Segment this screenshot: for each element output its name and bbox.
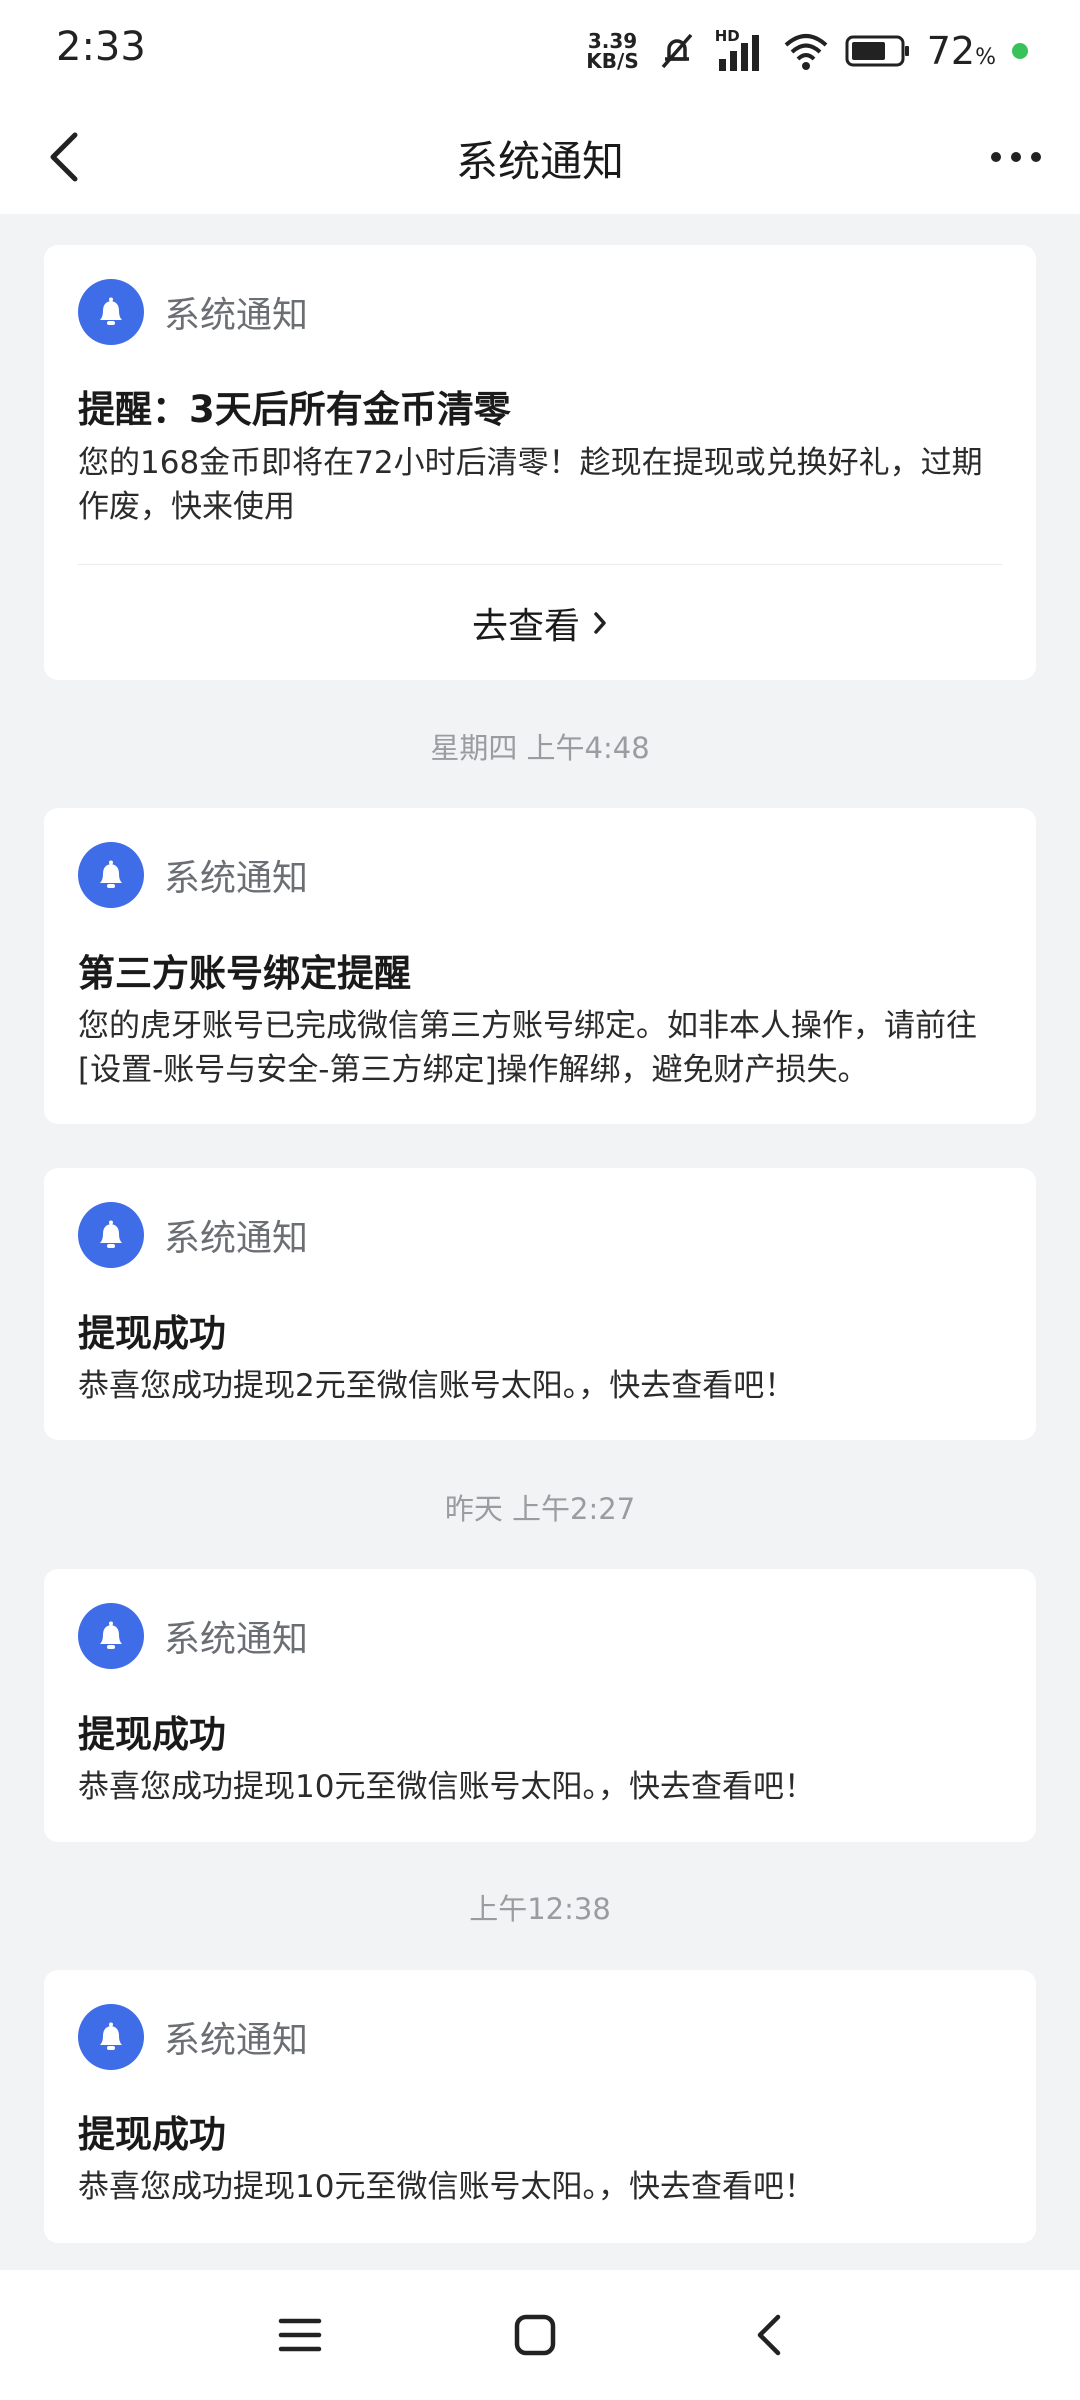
card-header: 系统通知	[78, 279, 308, 345]
notification-title: 提现成功	[78, 1312, 226, 1355]
wifi-icon	[784, 34, 828, 70]
network-speed: 3.39 KB/S	[586, 31, 638, 71]
sender-avatar	[78, 279, 144, 345]
bell-icon	[100, 2022, 122, 2050]
sender-name: 系统通知	[164, 2020, 309, 2061]
notification-title: 提现成功	[78, 1713, 226, 1756]
more-horizontal-icon	[991, 152, 1041, 162]
view-details-label: 去查看	[471, 606, 580, 647]
sender-avatar	[78, 842, 144, 908]
notification-body: 恭喜您成功提现10元至微信账号太阳。，快去查看吧！	[78, 2169, 815, 2205]
card-header: 系统通知	[78, 842, 308, 908]
timestamp: 昨天 上午2:27	[444, 1492, 636, 1526]
sender-name: 系统通知	[164, 295, 309, 336]
percent-sign: %	[975, 45, 996, 70]
system-back-button[interactable]	[730, 2300, 810, 2370]
notification-body: 您的168金币即将在72小时后清零！趁现在提现或兑换好礼，过期作废，快来使用	[78, 445, 983, 525]
bell-icon	[100, 1220, 122, 1248]
notification-body: 恭喜您成功提现2元至微信账号太阳。，快去查看吧！	[78, 1368, 796, 1404]
bell-icon	[100, 1621, 122, 1649]
signal-icon	[718, 35, 759, 71]
more-options-button[interactable]	[976, 122, 1056, 192]
notification-title: 提醒：3天后所有金币清零	[78, 388, 511, 431]
view-details-link[interactable]: 去查看	[44, 597, 1036, 649]
network-speed-value: 3.39	[587, 29, 638, 53]
notification-card: 系统通知 提现成功 恭喜您成功提现2元至微信账号太阳。，快去查看吧！	[44, 1168, 1036, 1440]
notification-card: 系统通知 提醒：3天后所有金币清零 您的168金币即将在72小时后清零！趁现在提…	[44, 245, 1036, 680]
notification-body: 恭喜您成功提现10元至微信账号太阳。，快去查看吧！	[78, 1769, 815, 1805]
notification-title: 第三方账号绑定提醒	[78, 952, 411, 995]
system-nav-bar	[0, 2270, 1080, 2400]
cellular-signal: HD	[715, 27, 767, 73]
notification-card: 系统通知 提现成功 恭喜您成功提现10元至微信账号太阳。，快去查看吧！	[44, 1970, 1036, 2243]
sender-avatar	[78, 2004, 144, 2070]
timestamp: 上午12:38	[469, 1892, 611, 1926]
battery-percent: 72%	[927, 29, 996, 73]
sender-name: 系统通知	[164, 1218, 309, 1259]
card-header: 系统通知	[78, 1603, 308, 1669]
notification-card: 系统通知 第三方账号绑定提醒 您的虎牙账号已完成微信第三方账号绑定。如非本人操作…	[44, 808, 1036, 1124]
notification-card: 系统通知 提现成功 恭喜您成功提现10元至微信账号太阳。，快去查看吧！	[44, 1569, 1036, 1842]
top-nav-bar: 系统通知	[0, 100, 1080, 214]
notification-title: 提现成功	[78, 2113, 226, 2156]
square-home-icon	[514, 2314, 556, 2356]
bell-icon	[100, 860, 122, 888]
sender-avatar	[78, 1202, 144, 1268]
battery-percent-value: 72	[926, 29, 976, 73]
status-time: 2:33	[56, 24, 146, 70]
sender-avatar	[78, 1603, 144, 1669]
bell-icon	[100, 297, 122, 325]
network-speed-unit: KB/S	[586, 49, 639, 73]
battery-icon	[845, 35, 909, 67]
page-title: 系统通知	[455, 137, 624, 186]
nav-back-icon	[757, 2314, 781, 2356]
chevron-right-icon	[594, 612, 606, 634]
status-icons: 3.39 KB/S HD 72%	[586, 24, 1028, 78]
mute-vibrate-icon	[661, 33, 693, 69]
card-header: 系统通知	[78, 1202, 308, 1268]
battery-indicator-dot	[1012, 43, 1028, 59]
card-header: 系统通知	[78, 2004, 308, 2070]
status-bar: 2:33 3.39 KB/S HD 72%	[0, 0, 1080, 100]
menu-button[interactable]	[260, 2300, 340, 2370]
card-divider	[78, 564, 1002, 565]
sender-name: 系统通知	[164, 1619, 309, 1660]
timestamp: 星期四 上午4:48	[430, 731, 650, 765]
home-button[interactable]	[495, 2300, 575, 2370]
sender-name: 系统通知	[164, 858, 309, 899]
notification-body: 您的虎牙账号已完成微信第三方账号绑定。如非本人操作，请前往[设置-账号与安全-第…	[78, 1008, 977, 1088]
menu-icon	[278, 2318, 322, 2352]
